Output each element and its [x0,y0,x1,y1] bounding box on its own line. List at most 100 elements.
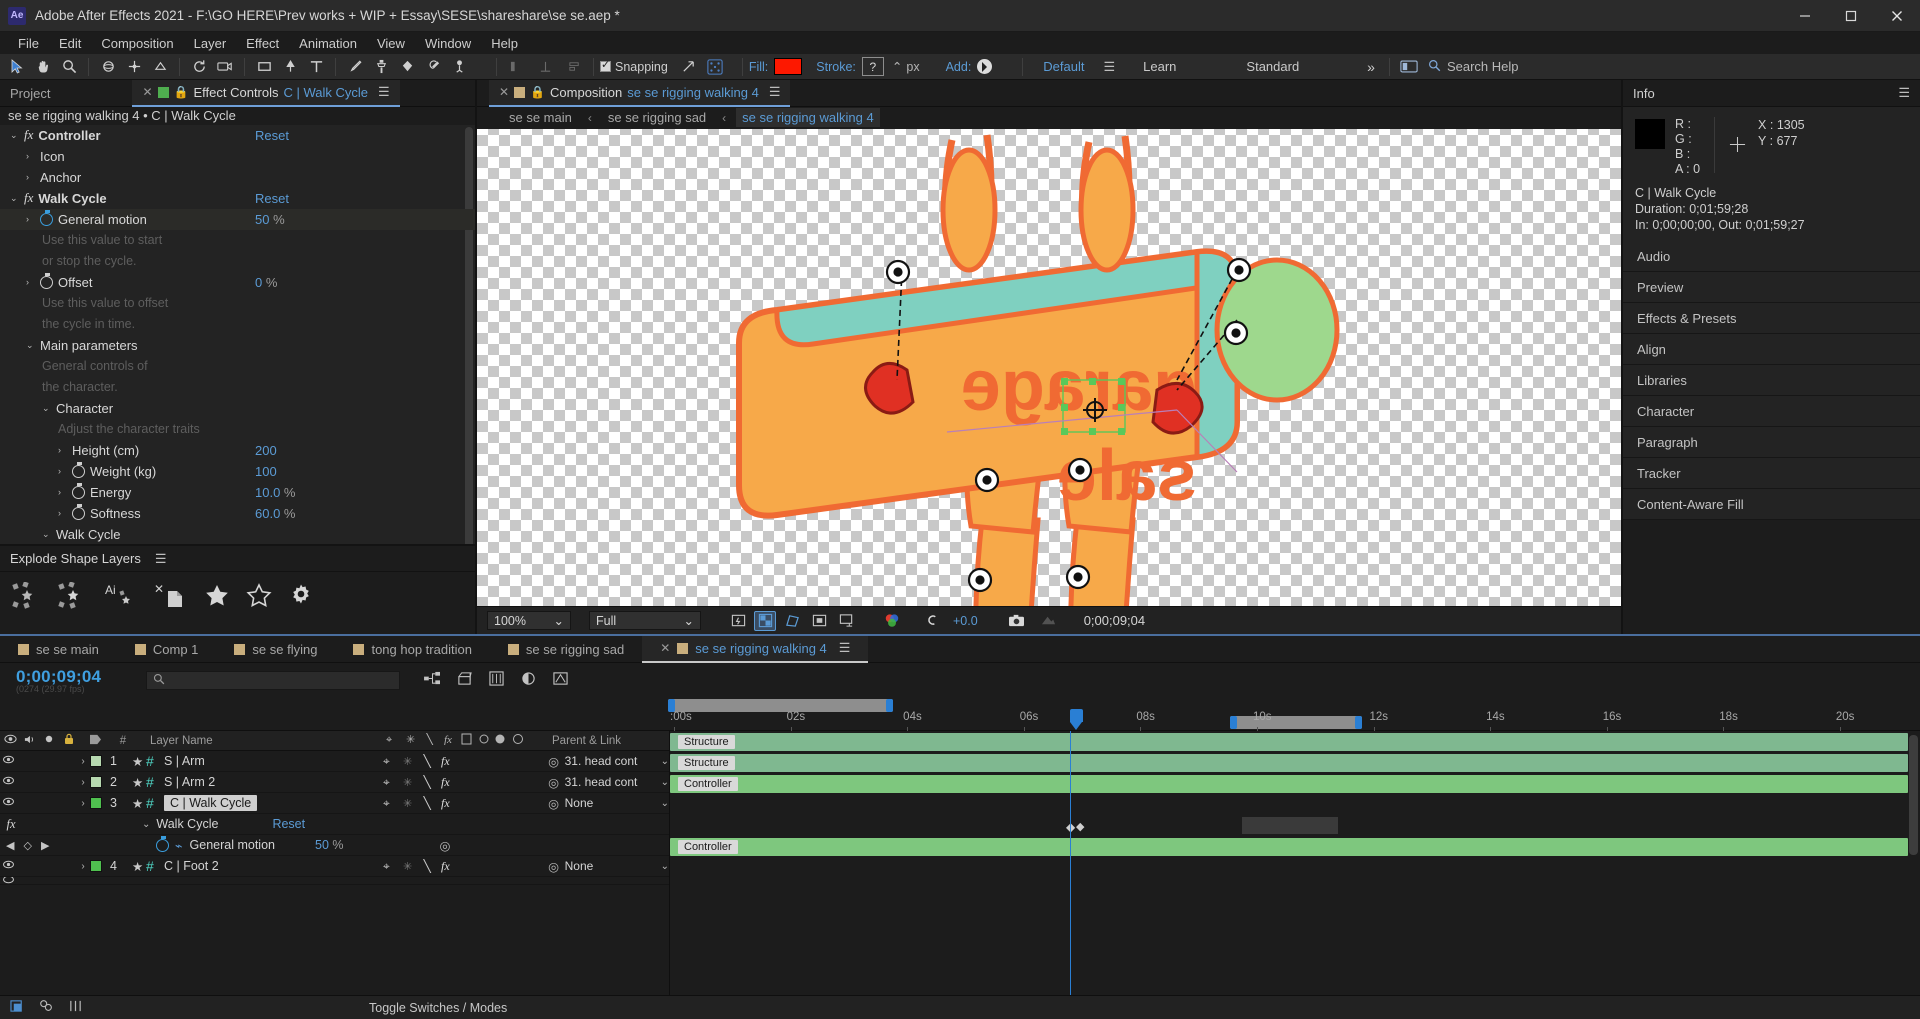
star-outline-icon[interactable] [246,583,272,612]
close-icon[interactable]: ✕ [499,85,509,99]
layer-switches[interactable]: ⌖✳╲fx [383,775,543,789]
table-row[interactable]: ›3★#C | Walk Cycle⌖✳╲fx◎None⌄ [0,793,669,814]
stopwatch-icon[interactable] [72,465,85,478]
disclosure-closed-icon[interactable]: › [26,214,35,224]
puppet-pin-tool-icon[interactable] [446,55,472,79]
timeline-tab[interactable]: ✕se se rigging walking 4☰ [642,636,868,663]
layer-visibility-icon[interactable] [0,797,16,809]
hand-tool-icon[interactable] [30,55,56,79]
disclosure-open-icon[interactable]: ⌄ [42,403,51,414]
layer-visibility-icon[interactable] [0,877,16,885]
disclosure-open-icon[interactable]: ⌄ [142,819,150,830]
property-subrow[interactable]: ◀ ◇ ▶⌁General motion50 %◎ [0,835,669,856]
draft-3d-icon[interactable] [456,671,473,689]
timeline-track-area[interactable]: StructureStructureController◆◆Controller [670,731,1920,995]
effect-control-row[interactable]: ›Softness60.0 % [0,503,475,524]
eraser-tool-icon[interactable] [394,55,420,79]
effect-control-value[interactable]: 100 [255,464,277,479]
time-region-bar[interactable] [1230,716,1362,729]
dolly-tool-icon[interactable] [147,55,173,79]
effect-control-row[interactable]: ›Icon [0,146,475,167]
effect-control-row[interactable]: ›General motion50 % [0,209,475,230]
composition-mini-flowchart-icon[interactable] [424,671,441,689]
disclosure-open-icon[interactable]: ⌄ [10,130,19,141]
disclosure-open-icon[interactable]: ⌄ [10,193,19,204]
camera-tool-icon[interactable] [212,55,238,79]
maximize-button[interactable] [1828,0,1874,32]
star-filled-icon[interactable] [204,583,230,612]
roto-brush-tool-icon[interactable] [420,55,446,79]
stroke-color-swatch[interactable]: ? [862,57,884,76]
layer-track-bar[interactable]: Controller [670,775,1908,793]
stopwatch-icon[interactable] [156,839,169,852]
layer-label-color[interactable] [90,860,102,872]
chevron-down-icon[interactable]: ⌄ [661,861,669,872]
pan-behind-tool-icon[interactable] [121,55,147,79]
effect-name[interactable]: Walk Cycle [156,817,218,831]
reset-link[interactable]: Reset [255,128,289,143]
panel-align[interactable]: Align [1623,334,1920,365]
parent-link-value[interactable]: 31. head cont [565,754,661,768]
effect-control-value[interactable]: 10.0 % [255,485,295,500]
search-input[interactable] [146,671,400,690]
table-row[interactable]: ›2★#S | Arm 2⌖✳╲fx◎31. head cont⌄ [0,772,669,793]
layer-track-bar[interactable]: Structure [670,733,1908,751]
chevron-down-icon[interactable]: ⌄ [661,798,669,809]
motion-paths-icon[interactable] [68,999,83,1016]
pen-tool-icon[interactable] [277,55,303,79]
grid-guides-icon[interactable] [808,611,830,631]
motion-blur-icon[interactable] [552,671,569,689]
effect-control-row[interactable]: ⌄fxWalk CycleReset [0,188,475,209]
selection-tool-icon[interactable] [4,55,30,79]
frame-blending-icon[interactable] [520,671,537,689]
effect-control-row[interactable]: ›Height (cm)200 [0,440,475,461]
frame-render-icon[interactable] [10,999,25,1016]
workspace-menu-icon[interactable]: ☰ [1104,59,1116,75]
menu-file[interactable]: File [8,34,49,53]
graph-editor-icon[interactable]: ⌁ [175,838,183,853]
layer-name[interactable]: C | Foot 2 [164,859,219,873]
timeline-tab[interactable]: tong hop tradition [335,636,489,663]
workspace-default[interactable]: Default [1029,59,1098,74]
disclosure-closed-icon[interactable]: › [26,151,35,161]
layer-name[interactable]: S | Arm [164,754,205,768]
layer-track-bar[interactable]: Structure [670,754,1908,772]
stopwatch-icon[interactable] [72,486,85,499]
effect-control-row[interactable]: ⌄fxControllerReset [0,125,475,146]
effect-control-row[interactable]: ›Weight (kg)100 [0,461,475,482]
menu-edit[interactable]: Edit [49,34,91,53]
panel-menu-icon[interactable]: ☰ [378,84,390,100]
orbit-tool-icon[interactable] [95,55,121,79]
layer-switches[interactable]: ⌖✳╲fx [383,754,543,768]
disclosure-closed-icon[interactable]: › [26,172,35,182]
effect-control-row[interactable]: ›Anchor [0,167,475,188]
effect-control-value[interactable]: 60.0 % [255,506,295,521]
timeline-tab[interactable]: se se rigging sad [490,636,642,663]
explode-panel-menu-icon[interactable]: ☰ [155,551,167,567]
graph-editor-toggle-icon[interactable] [39,999,54,1016]
type-tool-icon[interactable] [303,55,329,79]
layer-switches[interactable]: ⌖✳╲fx [383,859,543,873]
snap-grid-icon[interactable] [702,55,728,79]
panel-menu-icon[interactable]: ☰ [769,84,781,100]
add-menu-icon[interactable] [977,59,992,74]
workspace-standard[interactable]: Standard [1232,59,1313,74]
zoom-tool-icon[interactable] [56,55,82,79]
timeline-tab[interactable]: Comp 1 [117,636,217,663]
menu-window[interactable]: Window [415,34,481,53]
snapping-toggle[interactable]: Snapping [600,60,668,74]
table-row-partial[interactable] [0,877,669,885]
parent-link-value[interactable]: 31. head cont [565,775,661,789]
show-channel-icon[interactable] [881,611,903,631]
effect-control-row[interactable]: ›Energy10.0 % [0,482,475,503]
gear-icon[interactable] [288,583,314,612]
disclosure-closed-icon[interactable]: › [58,466,67,476]
shape-tool-icon[interactable] [251,55,277,79]
panel-preview[interactable]: Preview [1623,272,1920,303]
distribute-icon[interactable] [532,55,558,79]
effect-control-row[interactable]: ⌄Character [0,398,475,419]
panel-menu-icon[interactable]: ☰ [839,640,851,656]
resolution-select[interactable]: Full ⌄ [589,611,701,630]
keyframe-nav-icons[interactable]: ◀ ◇ ▶ [0,839,56,852]
breadcrumb-item-2[interactable]: se se rigging walking 4 [736,108,880,127]
